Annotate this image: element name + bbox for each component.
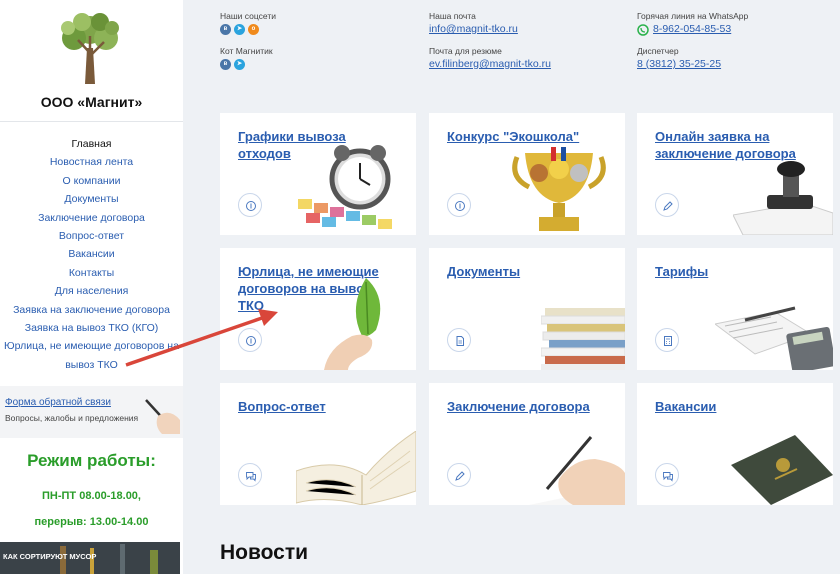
coin-icon	[238, 193, 262, 217]
tile-title[interactable]: Вопрос-ответ	[238, 398, 378, 415]
feedback-link[interactable]: Форма обратной связи	[5, 397, 111, 408]
menu-item-residents[interactable]: Для населения	[0, 282, 183, 300]
tile-contract[interactable]: Заключение договора	[429, 383, 625, 505]
tile-legal-entities[interactable]: Юрлица, не имеющие договоров на вывоз ТК…	[220, 248, 416, 370]
tree-logo-icon	[61, 13, 119, 84]
whatsapp-phone-link[interactable]: 8-962-054-85-53	[653, 23, 731, 35]
tile-title[interactable]: Конкурс "Экошкола"	[447, 128, 587, 145]
sidebar-menu: Главная Новостная лента О компании Докум…	[0, 135, 183, 374]
whatsapp-label: Горячая линия на WhatsApp	[637, 11, 749, 21]
menu-item-contract[interactable]: Заключение договора	[0, 209, 183, 227]
menu-item-vacancies[interactable]: Вакансии	[0, 245, 183, 263]
stamp-icon	[733, 161, 833, 235]
employment-book-icon	[731, 435, 833, 505]
banner-caption: КАК СОРТИРУЮТ МУСОР	[3, 552, 97, 561]
calculator-icon	[655, 328, 679, 352]
tile-online-request[interactable]: Онлайн заявка на заключение договора	[637, 113, 833, 235]
pen-icon	[655, 193, 679, 217]
hand-leaf-icon	[324, 278, 381, 370]
telegram-icon[interactable]: ➤	[234, 59, 245, 70]
document-icon	[447, 328, 471, 352]
paper-stack-icon	[541, 308, 625, 370]
tile-title[interactable]: Онлайн заявка на заключение договора	[655, 128, 815, 162]
resume-mail-link[interactable]: ev.filinberg@magnit-tko.ru	[429, 58, 551, 70]
open-book-icon	[296, 431, 416, 505]
tile-title[interactable]: Вакансии	[655, 398, 795, 415]
sidebar: ООО «Магнит» Главная Новостная лента О к…	[0, 0, 183, 574]
news-heading: Новости	[220, 541, 309, 564]
dispatcher-label: Диспетчер	[637, 46, 679, 56]
hand-writing-icon	[529, 436, 625, 505]
menu-item-legal-entities[interactable]: Юрлица, не имеющие договоров на вывоз ТК…	[0, 337, 183, 374]
tile-tariffs[interactable]: Тарифы	[637, 248, 833, 370]
whatsapp-icon	[637, 24, 649, 36]
menu-item-about[interactable]: О компании	[0, 172, 183, 190]
pen-icon	[447, 463, 471, 487]
tile-faq[interactable]: Вопрос-ответ	[220, 383, 416, 505]
trophy-medals-icon	[512, 147, 606, 231]
tile-documents[interactable]: Документы	[429, 248, 625, 370]
working-hours-days: ПН-ПТ 08.00-18.00,	[42, 490, 141, 502]
sorting-video-banner[interactable]: КАК СОРТИРУЮТ МУСОР	[0, 542, 180, 574]
tile-title[interactable]: Документы	[447, 263, 587, 280]
working-hours-title: Режим работы:	[27, 451, 156, 470]
feedback-subtitle: Вопросы, жалобы и предложения	[5, 413, 139, 423]
feedback-block[interactable]: Форма обратной связи Вопросы, жалобы и п…	[0, 386, 183, 438]
coin-icon	[447, 193, 471, 217]
chat-icon	[238, 463, 262, 487]
mail-label: Наша почта	[429, 11, 476, 21]
vk-icon[interactable]: в	[220, 24, 231, 35]
menu-item-contract-request[interactable]: Заявка на заключение договора	[0, 301, 183, 319]
logo[interactable]: ООО «Магнит»	[0, 0, 183, 122]
calculator-documents-icon	[715, 306, 833, 370]
working-hours-break: перерыв: 13.00-14.00	[34, 516, 149, 528]
mail-link[interactable]: info@magnit-tko.ru	[429, 23, 518, 35]
company-name: ООО «Магнит»	[40, 94, 143, 110]
alarm-clock-calendar-icon	[298, 145, 392, 229]
ok-icon[interactable]: о	[248, 24, 259, 35]
vk-icon[interactable]: в	[220, 59, 231, 70]
tile-title[interactable]: Заключение договора	[447, 398, 617, 415]
hand-pen-icon	[145, 399, 180, 434]
dispatcher-phone-link[interactable]: 8 (3812) 35-25-25	[637, 58, 721, 70]
resume-label: Почта для резюме	[429, 46, 502, 56]
tile-schedules[interactable]: Графики вывоза отходов	[220, 113, 416, 235]
social-label: Наши соцсети	[220, 11, 276, 21]
coin-icon	[238, 328, 262, 352]
cat-social-icons: в ➤	[220, 59, 245, 70]
menu-item-contacts[interactable]: Контакты	[0, 264, 183, 282]
menu-item-documents[interactable]: Документы	[0, 190, 183, 208]
social-icons: в ➤ о	[220, 24, 259, 35]
tile-ecoschool[interactable]: Конкурс "Экошкола"	[429, 113, 625, 235]
telegram-icon[interactable]: ➤	[234, 24, 245, 35]
menu-item-home[interactable]: Главная	[0, 135, 183, 153]
menu-item-removal-request[interactable]: Заявка на вывоз ТКО (КГО)	[0, 319, 183, 337]
menu-item-faq[interactable]: Вопрос-ответ	[0, 227, 183, 245]
tile-vacancies[interactable]: Вакансии	[637, 383, 833, 505]
tile-title[interactable]: Тарифы	[655, 263, 795, 280]
cat-label: Кот Магнитик	[220, 46, 273, 56]
menu-item-news-feed[interactable]: Новостная лента	[0, 153, 183, 171]
chat-icon	[655, 463, 679, 487]
